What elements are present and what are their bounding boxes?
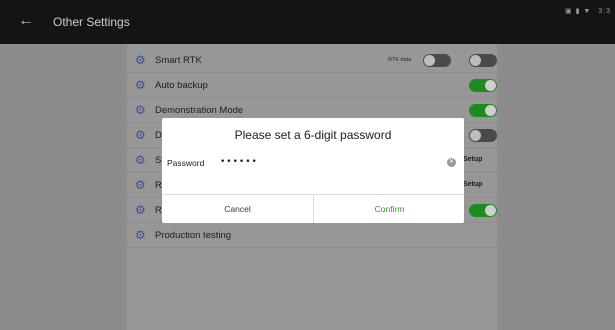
setting-row-production-testing[interactable]: ⚙ Production testing bbox=[127, 223, 497, 248]
setting-toggle[interactable] bbox=[469, 129, 497, 142]
arrow-left-icon[interactable]: ← bbox=[18, 12, 34, 30]
setting-label: Auto backup bbox=[155, 80, 208, 91]
status-bar: ▣ ▮ ▼ 3:3 bbox=[565, 7, 611, 15]
demonstration-mode-toggle[interactable] bbox=[469, 104, 497, 117]
gear-icon: ⚙ bbox=[135, 103, 146, 117]
setting-row-auto-backup[interactable]: ⚙ Auto backup bbox=[127, 73, 497, 98]
gear-icon: ⚙ bbox=[135, 153, 146, 167]
setup-button[interactable]: Setup bbox=[463, 156, 482, 163]
setting-label: D bbox=[155, 130, 162, 141]
smart-rtk-toggle[interactable] bbox=[469, 54, 497, 67]
password-dialog: Please set a 6-digit password Password ✕… bbox=[162, 118, 464, 223]
setting-toggle[interactable] bbox=[469, 204, 497, 217]
page-title: Other Settings bbox=[53, 15, 130, 29]
setup-button[interactable]: Setup bbox=[463, 181, 482, 188]
setting-label: Demonstration Mode bbox=[155, 105, 244, 116]
gear-icon: ⚙ bbox=[135, 203, 146, 217]
rtk-data-label: RTK data bbox=[388, 57, 412, 63]
dialog-title: Please set a 6-digit password bbox=[234, 128, 392, 142]
setting-label: R bbox=[155, 205, 162, 216]
gear-icon: ⚙ bbox=[135, 78, 146, 92]
app-header: ← Other Settings ▣ ▮ ▼ 3:3 bbox=[0, 0, 615, 44]
status-time: 3:3 bbox=[598, 8, 611, 15]
setting-label: Production testing bbox=[155, 230, 232, 241]
setting-label: S bbox=[155, 155, 162, 166]
gear-icon: ⚙ bbox=[135, 128, 146, 142]
gear-icon: ⚙ bbox=[135, 178, 146, 192]
confirm-button[interactable]: Confirm bbox=[314, 195, 465, 223]
status-icons: ▣ ▮ ▼ bbox=[565, 8, 592, 15]
auto-backup-toggle[interactable] bbox=[469, 79, 497, 92]
password-input[interactable] bbox=[220, 155, 440, 169]
clear-icon[interactable]: ✕ bbox=[447, 158, 456, 167]
cancel-button[interactable]: Cancel bbox=[162, 195, 313, 223]
setting-row-smart-rtk[interactable]: ⚙ Smart RTK RTK data bbox=[127, 48, 497, 73]
gear-icon: ⚙ bbox=[135, 228, 146, 242]
password-label: Password bbox=[167, 158, 205, 168]
setting-label: R bbox=[155, 180, 162, 191]
gear-icon: ⚙ bbox=[135, 53, 146, 67]
rtk-data-toggle[interactable] bbox=[423, 54, 451, 67]
setting-label: Smart RTK bbox=[155, 55, 202, 66]
